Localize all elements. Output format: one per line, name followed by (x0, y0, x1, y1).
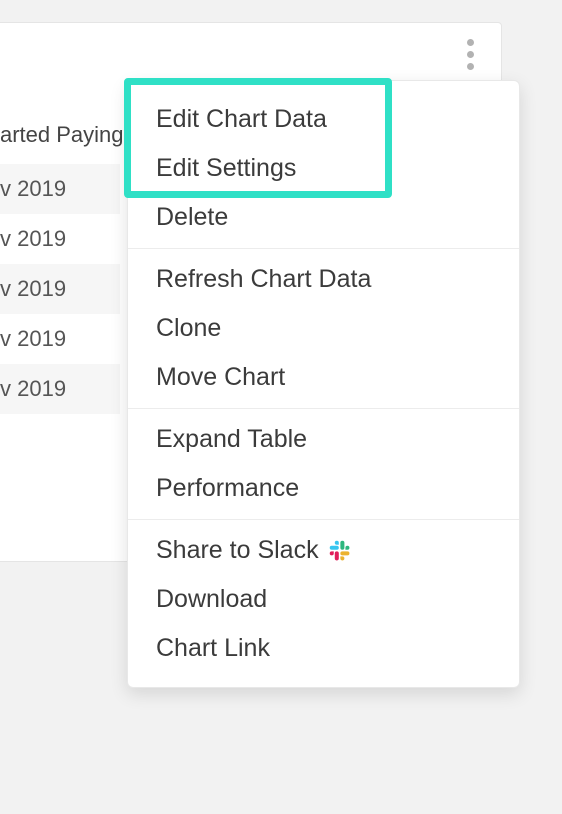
table-row: v 2019 (0, 364, 120, 414)
table-row: v 2019 (0, 164, 120, 214)
menu-item-label: Performance (156, 474, 299, 503)
menu-item-clone[interactable]: Clone (128, 304, 519, 353)
menu-item-label: Download (156, 585, 267, 614)
menu-item-label: Share to Slack (156, 536, 319, 565)
table-row: v 2019 (0, 314, 120, 364)
context-menu: Edit Chart Data Edit Settings Delete Ref… (127, 80, 520, 688)
slack-icon (329, 540, 351, 562)
menu-item-share-to-slack[interactable]: Share to Slack (128, 526, 519, 575)
menu-item-label: Chart Link (156, 634, 270, 663)
menu-item-download[interactable]: Download (128, 575, 519, 624)
menu-item-label: Delete (156, 203, 228, 232)
dots-vertical-icon (467, 39, 474, 46)
table-row: v 2019 (0, 214, 120, 264)
menu-item-refresh-chart-data[interactable]: Refresh Chart Data (128, 255, 519, 304)
menu-item-edit-chart-data[interactable]: Edit Chart Data (128, 95, 519, 144)
menu-item-label: Clone (156, 314, 221, 343)
menu-item-delete[interactable]: Delete (128, 193, 519, 242)
menu-item-move-chart[interactable]: Move Chart (128, 353, 519, 402)
column-header: arted Paying (0, 112, 120, 164)
menu-item-label: Move Chart (156, 363, 285, 392)
menu-item-label: Refresh Chart Data (156, 265, 371, 294)
menu-item-label: Expand Table (156, 425, 307, 454)
menu-item-chart-link[interactable]: Chart Link (128, 624, 519, 673)
menu-item-label: Edit Chart Data (156, 105, 327, 134)
table-column: arted Paying v 2019 v 2019 v 2019 v 2019… (0, 112, 120, 414)
menu-item-label: Edit Settings (156, 154, 296, 183)
menu-item-performance[interactable]: Performance (128, 464, 519, 513)
menu-item-edit-settings[interactable]: Edit Settings (128, 144, 519, 193)
table-row: v 2019 (0, 264, 120, 314)
menu-item-expand-table[interactable]: Expand Table (128, 415, 519, 464)
kebab-menu-button[interactable] (458, 36, 482, 72)
